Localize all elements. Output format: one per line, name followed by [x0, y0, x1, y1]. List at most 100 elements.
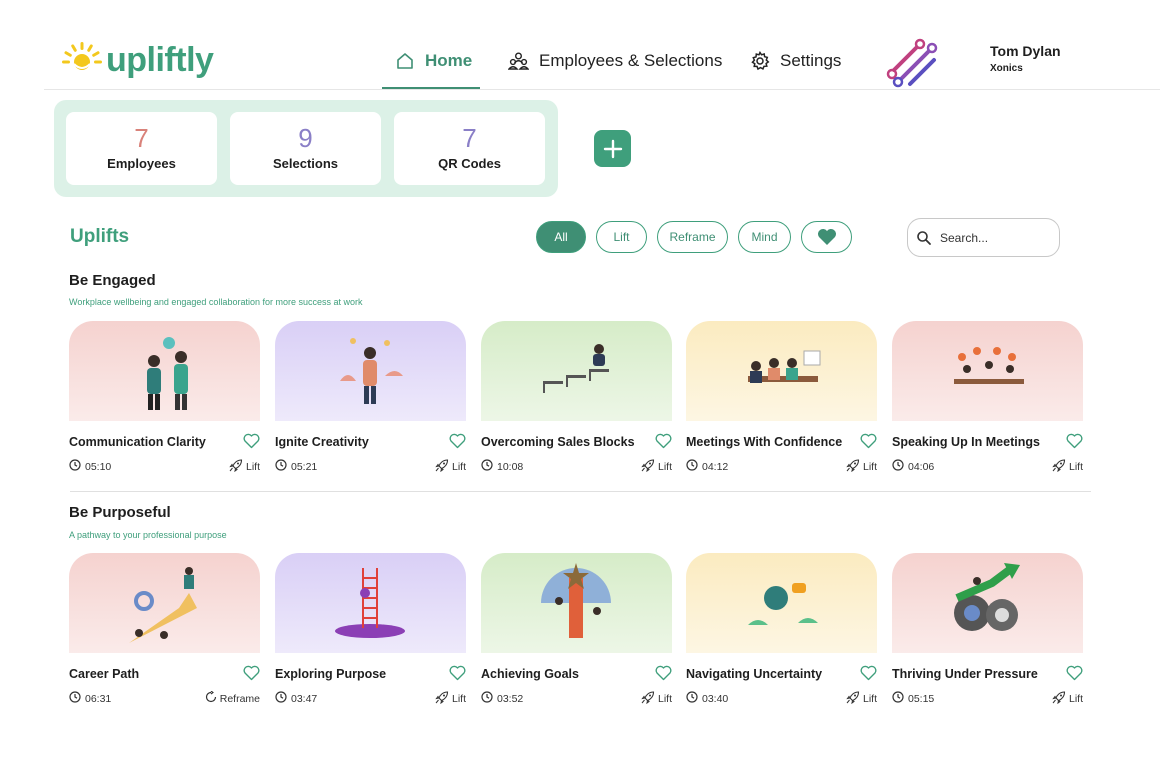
card-title[interactable]: Speaking Up In Meetings	[892, 435, 1040, 449]
rocket-icon	[229, 459, 243, 475]
card-type: Lift	[846, 691, 877, 707]
card-duration: 05:21	[275, 459, 317, 474]
card-title[interactable]: Achieving Goals	[481, 667, 579, 681]
card-type: Reframe	[205, 690, 260, 706]
card-duration: 10:08	[481, 459, 523, 474]
card-duration: 05:10	[69, 459, 111, 474]
filter-lift[interactable]: Lift	[596, 221, 647, 253]
card-title[interactable]: Navigating Uncertainty	[686, 667, 822, 681]
card-duration: 04:12	[686, 459, 728, 474]
card-title[interactable]: Career Path	[69, 667, 139, 681]
heart-icon[interactable]	[860, 433, 877, 449]
card-type-text: Lift	[451, 461, 466, 473]
card-illustration[interactable]	[686, 553, 877, 653]
search-box[interactable]	[907, 218, 1060, 257]
uplift-card[interactable]: Thriving Under Pressure 05:15 Lift	[892, 553, 1083, 706]
clock-icon	[686, 691, 698, 706]
card-type-text: Lift	[1068, 461, 1083, 473]
nav-home[interactable]: Home	[395, 44, 472, 78]
card-type-text: Lift	[657, 461, 672, 473]
uplift-card[interactable]: Overcoming Sales Blocks 10:08 Lift	[481, 321, 672, 474]
heart-icon[interactable]	[1066, 433, 1083, 449]
card-time-text: 03:47	[291, 692, 318, 705]
home-icon	[397, 53, 413, 69]
filter-reframe[interactable]: Reframe	[657, 221, 728, 253]
user-name[interactable]: Tom Dylan	[990, 43, 1061, 59]
card-type-text: Lift	[1068, 693, 1083, 705]
stat-selections[interactable]: 9 Selections	[230, 112, 381, 185]
card-time-text: 04:12	[702, 460, 729, 473]
card-illustration[interactable]	[892, 321, 1083, 421]
uplift-card[interactable]: Exploring Purpose 03:47 Lift	[275, 553, 466, 705]
card-type: Lift	[1052, 691, 1083, 707]
stat-qr-codes[interactable]: 7 QR Codes	[394, 112, 545, 185]
card-title[interactable]: Ignite Creativity	[275, 435, 369, 449]
stat-employees[interactable]: 7 Employees	[66, 112, 217, 185]
heart-icon[interactable]	[860, 665, 877, 681]
heart-icon[interactable]	[449, 665, 466, 681]
app-header: upliftly Home Employees & Selections Set…	[0, 0, 1160, 90]
card-illustration[interactable]	[481, 321, 672, 421]
brand-name: upliftly	[106, 41, 214, 79]
card-illustration[interactable]	[69, 321, 260, 421]
people-icon	[508, 52, 529, 70]
heart-icon[interactable]	[1066, 665, 1083, 681]
card-title[interactable]: Communication Clarity	[69, 435, 206, 449]
card-title[interactable]: Exploring Purpose	[275, 667, 386, 681]
stat-label: QR Codes	[438, 156, 501, 171]
sun-icon	[62, 42, 102, 70]
heart-icon[interactable]	[655, 433, 672, 449]
stat-value: 7	[134, 123, 149, 153]
stats-panel: 7 Employees 9 Selections 7 QR Codes	[54, 100, 558, 197]
heart-icon[interactable]	[449, 433, 466, 449]
uplift-card[interactable]: Ignite Creativity 05:21 Lift	[275, 321, 466, 474]
card-illustration[interactable]	[892, 553, 1083, 653]
nav-employees-selections[interactable]: Employees & Selections	[508, 44, 722, 78]
category-title: Be Purposeful	[69, 504, 171, 521]
card-illustration[interactable]	[275, 321, 466, 421]
uplift-card[interactable]: Navigating Uncertainty 03:40 Lift	[686, 553, 877, 706]
clock-icon	[686, 459, 698, 474]
brand-logo[interactable]: upliftly	[62, 40, 214, 80]
nav-settings-label: Settings	[780, 51, 842, 70]
card-type-text: Lift	[245, 461, 260, 473]
card-type-text: Lift	[451, 693, 466, 705]
card-time-text: 04:06	[908, 460, 935, 473]
clock-icon	[481, 459, 493, 474]
filter-mind[interactable]: Mind	[738, 221, 791, 253]
rocket-icon	[641, 691, 655, 707]
uplift-card[interactable]: Speaking Up In Meetings 04:06 Lift	[892, 321, 1083, 473]
card-title[interactable]: Meetings With Confidence	[686, 435, 842, 449]
stat-label: Employees	[107, 156, 176, 171]
uplift-card[interactable]: Communication Clarity 05:10 Lift	[69, 321, 260, 474]
category-subtitle: Workplace wellbeing and engaged collabor…	[69, 297, 363, 307]
card-type: Lift	[229, 459, 260, 475]
rocket-icon	[1052, 691, 1066, 707]
search-input[interactable]	[940, 230, 1050, 245]
filter-all[interactable]: All	[536, 221, 586, 253]
uplift-card[interactable]: Meetings With Confidence 04:12 Lift	[686, 321, 877, 474]
add-button[interactable]	[594, 130, 631, 167]
card-type: Lift	[846, 459, 877, 475]
rocket-icon	[435, 691, 449, 707]
card-duration: 05:15	[892, 691, 934, 706]
heart-icon[interactable]	[243, 665, 260, 681]
uplift-card[interactable]: Career Path 06:31 Reframe	[69, 553, 260, 706]
rocket-icon	[846, 459, 860, 475]
card-title[interactable]: Thriving Under Pressure	[892, 667, 1038, 681]
rocket-icon	[641, 459, 655, 475]
nav-settings[interactable]: Settings	[750, 44, 841, 78]
card-illustration[interactable]	[686, 321, 877, 421]
card-time-text: 10:08	[497, 460, 524, 473]
user-org: Xonics	[990, 63, 1023, 74]
card-time-text: 05:15	[908, 692, 935, 705]
clock-icon	[275, 459, 287, 474]
card-illustration[interactable]	[69, 553, 260, 653]
heart-icon[interactable]	[243, 433, 260, 449]
card-title[interactable]: Overcoming Sales Blocks	[481, 435, 635, 449]
filter-favorites[interactable]	[801, 221, 852, 253]
card-illustration[interactable]	[481, 553, 672, 653]
heart-icon[interactable]	[655, 665, 672, 681]
card-illustration[interactable]	[275, 553, 466, 653]
uplift-card[interactable]: Achieving Goals 03:52 Lift	[481, 553, 672, 705]
